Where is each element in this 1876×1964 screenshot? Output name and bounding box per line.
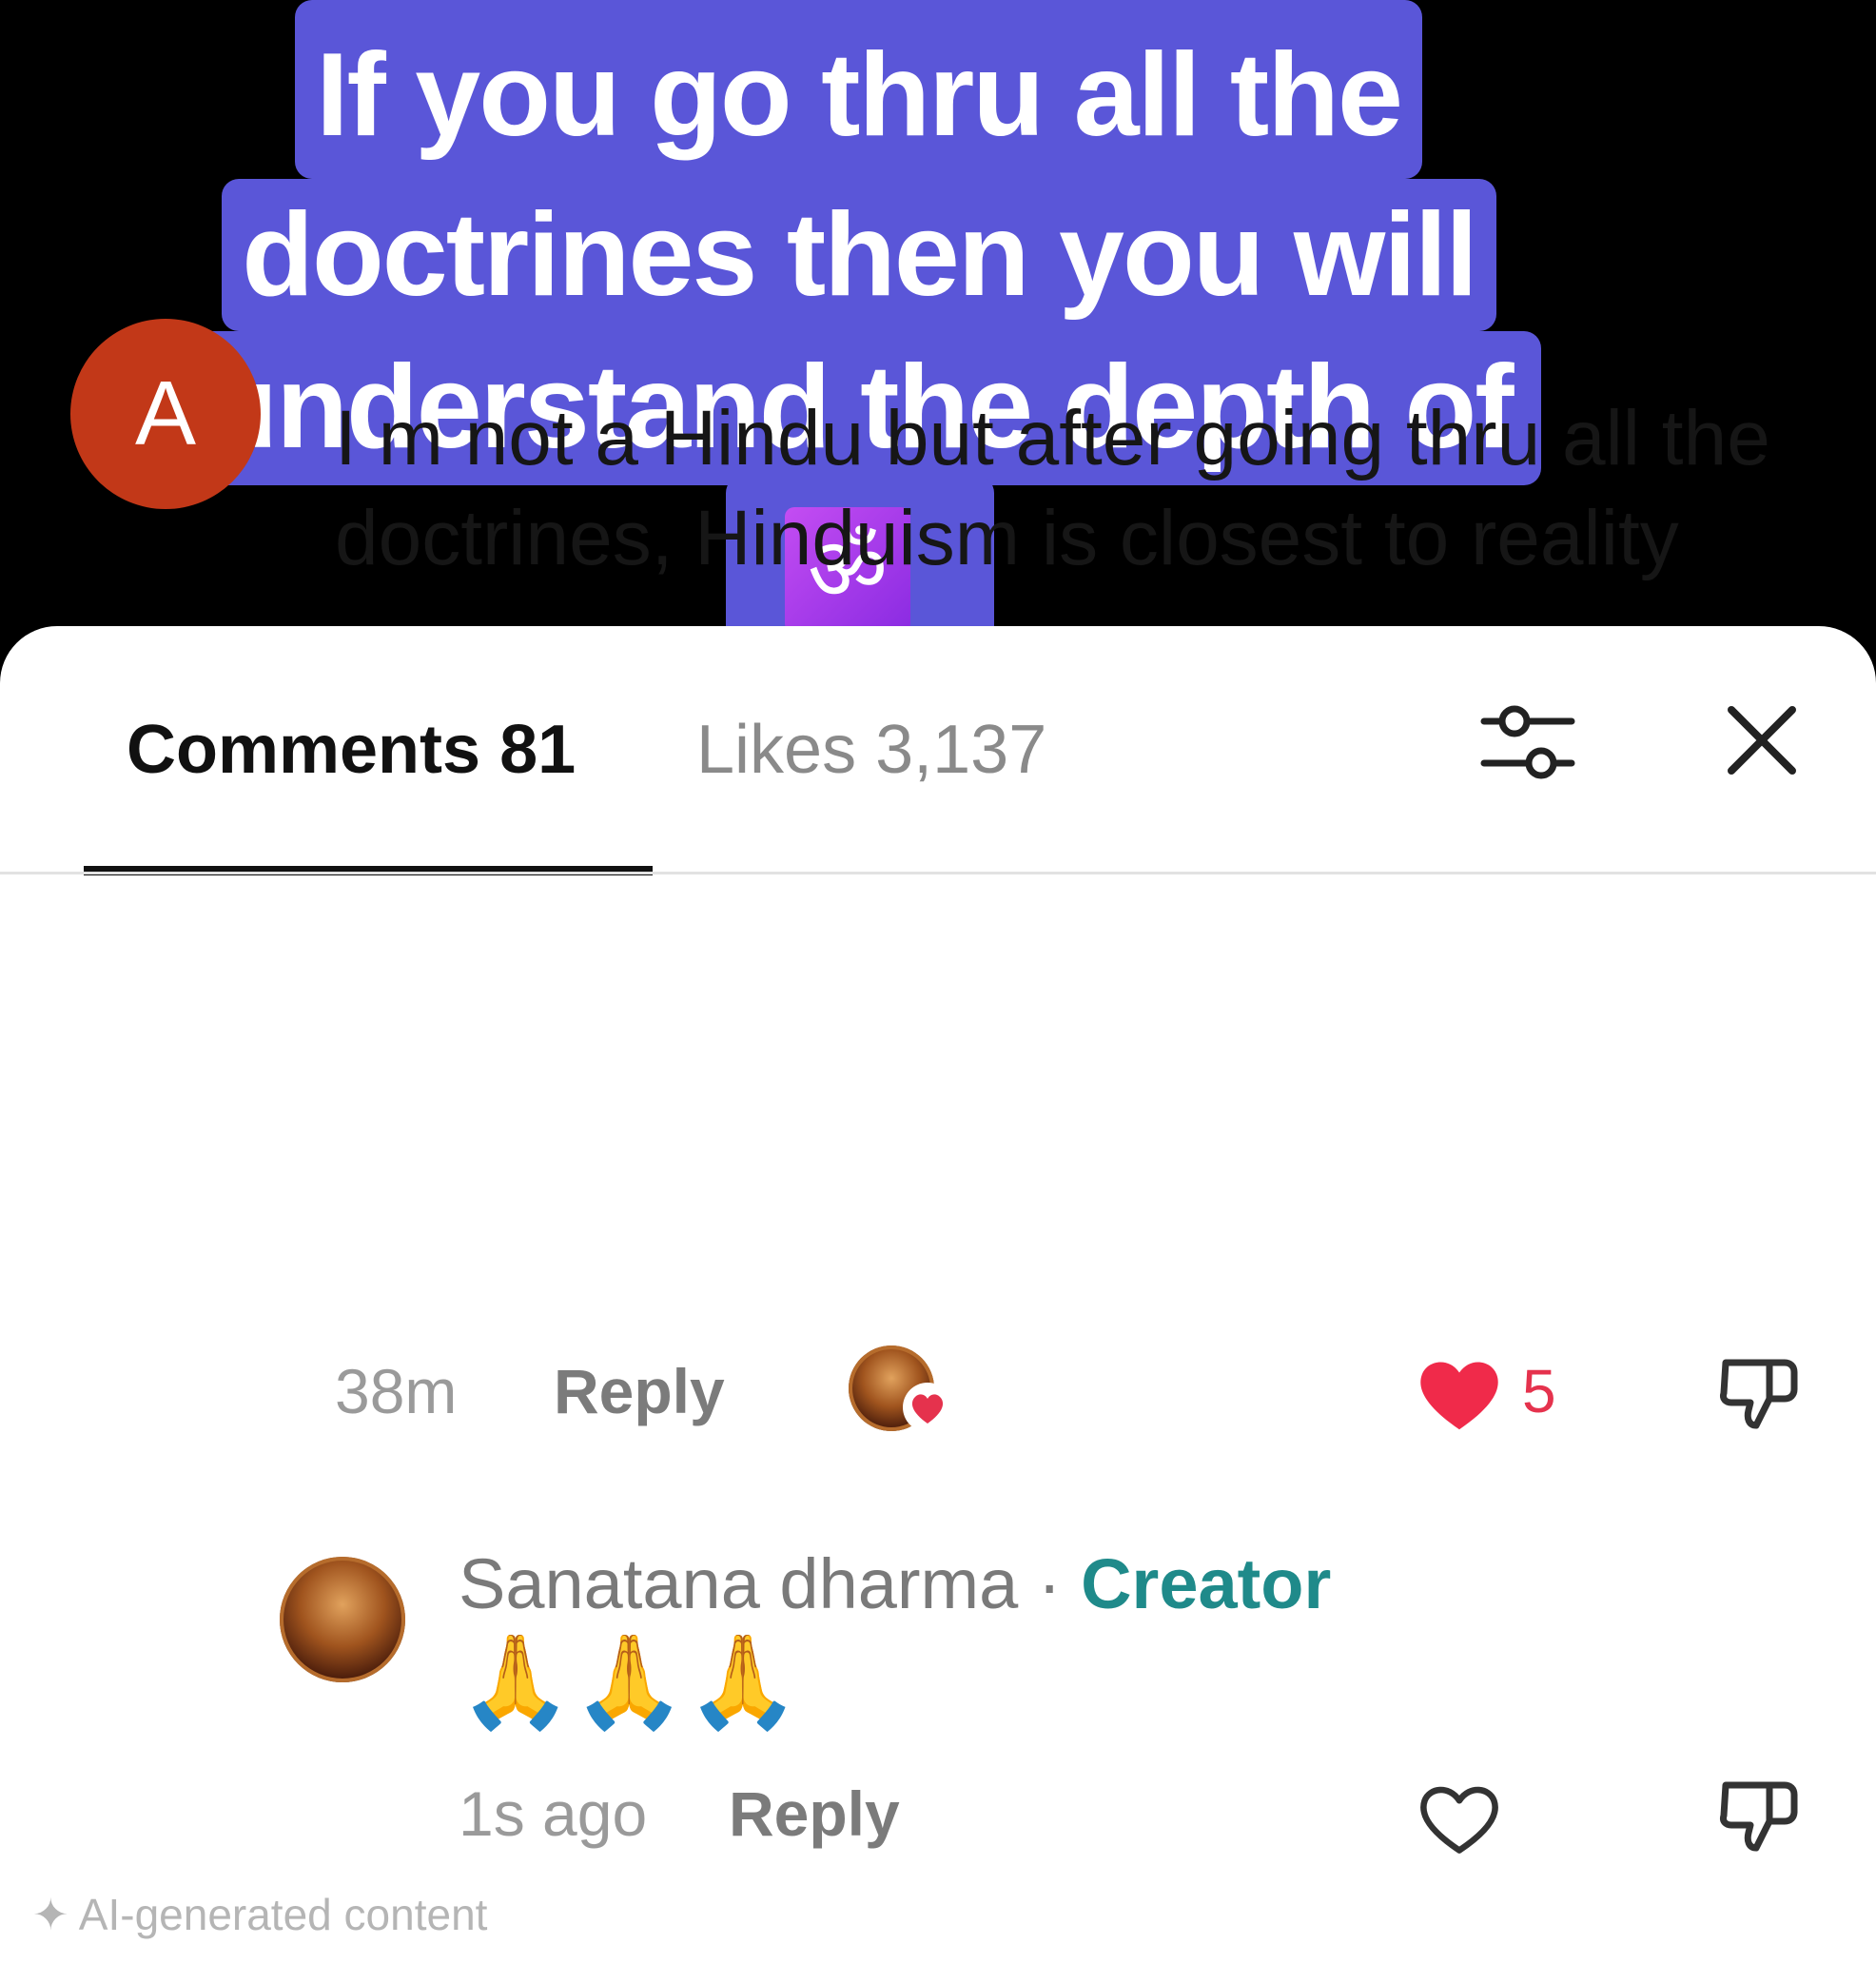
ai-generated-label: ✦ AI-generated content [32,1886,487,1943]
caption-line-2: doctrines then you will [222,179,1496,331]
close-icon[interactable] [1724,702,1800,778]
filter-icon[interactable] [1480,700,1575,786]
tab-comments[interactable]: Comments 81 [127,712,576,788]
author-separator: · [1037,1544,1062,1623]
creator-badge: Creator [1081,1544,1332,1623]
like-heart-outline-icon[interactable] [1415,1777,1504,1857]
reply-reply-button[interactable]: Reply [729,1776,900,1852]
comment-like-count: 5 [1522,1357,1556,1425]
comments-sheet: Comments 81 Likes 3,137 [0,626,1876,1964]
reply-dislike-icon[interactable] [1716,1772,1802,1857]
commenter-avatar[interactable]: A [70,319,261,509]
tab-likes[interactable]: Likes 3,137 [696,712,1046,788]
comment-text: I m not a Hindu but after going thru all… [335,395,1770,581]
comment-timestamp: 38m [335,1356,458,1426]
creator-liked-heart-icon [903,1383,952,1432]
ai-label-text: AI-generated content [78,1890,488,1939]
comment-reply-button[interactable]: Reply [554,1353,725,1429]
reply-author[interactable]: Sanatana dharma · Creator [459,1542,1331,1627]
tab-divider [0,872,1876,874]
reply-author-name[interactable]: Sanatana dharma [459,1544,1018,1623]
reply-text: 🙏🙏🙏 [459,1628,800,1735]
dislike-icon[interactable] [1716,1349,1802,1435]
tab-bar: Comments 81 Likes 3,137 [0,626,1876,875]
ai-sparkle-icon: ✦ [32,1890,79,1939]
like-heart-filled-icon[interactable] [1415,1353,1504,1433]
creator-avatar[interactable] [280,1557,405,1682]
caption-line-1: If you go thru all the [295,0,1422,179]
reply-timestamp: 1s ago [459,1778,648,1849]
